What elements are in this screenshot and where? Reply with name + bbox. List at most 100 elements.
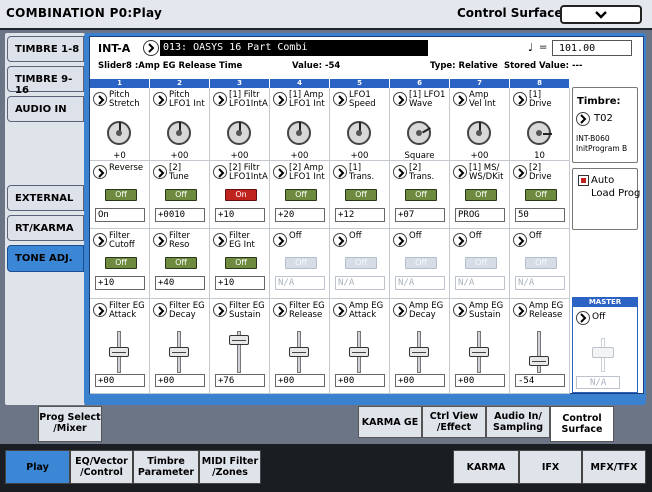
switch-toggle[interactable]: Off	[345, 189, 377, 201]
assign-select-button[interactable]	[513, 92, 527, 106]
assign-select-button[interactable]	[213, 165, 227, 179]
slider-cap[interactable]	[349, 347, 369, 357]
assign-select-button[interactable]	[273, 92, 287, 106]
tab-timbre-1-8[interactable]: TIMBRE 1-8	[7, 36, 84, 62]
switch-toggle[interactable]: Off	[525, 189, 557, 201]
switch-toggle[interactable]: Off	[165, 257, 197, 269]
tab-karma[interactable]: KARMA	[453, 450, 519, 484]
timbre-select-button[interactable]	[576, 112, 590, 126]
slider-cap[interactable]	[109, 347, 129, 357]
assign-select-button[interactable]	[273, 165, 287, 179]
assign-select-button[interactable]	[333, 233, 347, 247]
slider-cap[interactable]	[469, 347, 489, 357]
knob[interactable]	[287, 121, 311, 145]
master-assign-button[interactable]	[576, 311, 590, 325]
assign-select-button[interactable]	[393, 303, 407, 317]
tab-play[interactable]: Play	[5, 450, 70, 484]
switch-toggle[interactable]: Off	[465, 257, 497, 269]
tab-mfx-tfx[interactable]: MFX/TFX	[582, 450, 646, 484]
assign-select-button[interactable]	[273, 303, 287, 317]
assign-select-button[interactable]	[93, 233, 107, 247]
assign-select-button[interactable]	[213, 233, 227, 247]
knob[interactable]	[467, 121, 491, 145]
switch-toggle[interactable]: Off	[225, 257, 257, 269]
assign-select-button[interactable]	[153, 165, 167, 179]
page-menu-button[interactable]	[560, 5, 642, 24]
switch-toggle[interactable]: Off	[465, 189, 497, 201]
knob[interactable]	[527, 121, 552, 145]
tab-tone-adj[interactable]: TONE ADJ.	[7, 245, 84, 272]
assign-select-button[interactable]	[333, 165, 347, 179]
slider[interactable]	[529, 331, 549, 373]
knob[interactable]	[227, 121, 251, 145]
assign-select-button[interactable]	[213, 92, 227, 106]
slider[interactable]	[109, 331, 129, 373]
slider-cap[interactable]	[229, 335, 249, 345]
tab-audio-in[interactable]: AUDIO IN	[7, 96, 84, 122]
assign-select-button[interactable]	[453, 233, 467, 247]
tab-eq-vector-control[interactable]: EQ/Vector /Control	[70, 450, 133, 484]
assign-select-button[interactable]	[513, 165, 527, 179]
tab-karma-ge[interactable]: KARMA GE	[358, 406, 422, 438]
tab-rt-karma[interactable]: RT/KARMA	[7, 215, 84, 241]
assign-select-button[interactable]	[453, 165, 467, 179]
tab-midi-filter-zones[interactable]: MIDI Filter /Zones	[199, 450, 261, 484]
slider[interactable]	[169, 331, 189, 373]
timbre-value[interactable]: T02	[594, 113, 613, 124]
knob[interactable]	[407, 121, 431, 145]
assign-select-button[interactable]	[393, 233, 407, 247]
tab-prog-select-mixer[interactable]: Prog Select /Mixer	[38, 406, 102, 442]
switch-toggle[interactable]: Off	[285, 189, 317, 201]
slider-label: Filter EG Attack	[109, 301, 145, 320]
slider[interactable]	[349, 331, 369, 373]
assign-select-button[interactable]	[333, 92, 347, 106]
assign-select-button[interactable]	[273, 233, 287, 247]
slider[interactable]	[229, 331, 249, 373]
switch-toggle[interactable]: Off	[165, 189, 197, 201]
assign-select-button[interactable]	[513, 233, 527, 247]
assign-select-button[interactable]	[453, 92, 467, 106]
slider[interactable]	[289, 331, 309, 373]
tab-ctrl-view-effect[interactable]: Ctrl View /Effect	[422, 406, 486, 438]
assign-select-button[interactable]	[393, 92, 407, 106]
switch-toggle[interactable]: Off	[405, 189, 437, 201]
slider-cap[interactable]	[409, 347, 429, 357]
tab-external[interactable]: EXTERNAL	[7, 185, 84, 211]
tempo-field[interactable]: 101.00	[552, 40, 632, 56]
knob[interactable]	[167, 121, 191, 145]
combination-select-button[interactable]	[143, 40, 159, 56]
tab-ifx[interactable]: IFX	[519, 450, 582, 484]
assign-select-button[interactable]	[93, 303, 107, 317]
slider-cap[interactable]	[289, 347, 309, 357]
auto-load-prog-box[interactable]: Auto Load Prog	[572, 168, 640, 230]
assign-select-button[interactable]	[153, 92, 167, 106]
switch-toggle[interactable]: Off	[285, 257, 317, 269]
assign-select-button[interactable]	[153, 303, 167, 317]
tab-audio-in-sampling[interactable]: Audio In/ Sampling	[486, 406, 550, 438]
assign-select-button[interactable]	[333, 303, 347, 317]
master-slider[interactable]	[592, 347, 614, 358]
slider-cap[interactable]	[529, 356, 549, 366]
switch-toggle[interactable]: Off	[105, 189, 137, 201]
slider-cap[interactable]	[169, 347, 189, 357]
switch-toggle[interactable]: Off	[105, 257, 137, 269]
slider[interactable]	[469, 331, 489, 373]
assign-select-button[interactable]	[513, 303, 527, 317]
knob[interactable]	[107, 121, 131, 145]
knob[interactable]	[347, 121, 371, 145]
assign-select-button[interactable]	[93, 165, 107, 179]
slider[interactable]	[409, 331, 429, 373]
tab-timbre-9-16[interactable]: TIMBRE 9-16	[7, 66, 84, 96]
switch-toggle[interactable]: On	[225, 189, 257, 201]
assign-select-button[interactable]	[453, 303, 467, 317]
switch-toggle[interactable]: Off	[405, 257, 437, 269]
assign-select-button[interactable]	[93, 92, 107, 106]
assign-select-button[interactable]	[393, 165, 407, 179]
tab-control-surface[interactable]: Control Surface	[550, 406, 614, 442]
switch-toggle[interactable]: Off	[345, 257, 377, 269]
assign-select-button[interactable]	[153, 233, 167, 247]
switch-toggle[interactable]: Off	[525, 257, 557, 269]
tab-timbre-parameter[interactable]: Timbre Parameter	[133, 450, 199, 484]
assign-select-button[interactable]	[213, 303, 227, 317]
combination-name[interactable]: 013: OASYS 16 Part Combi	[160, 40, 428, 56]
